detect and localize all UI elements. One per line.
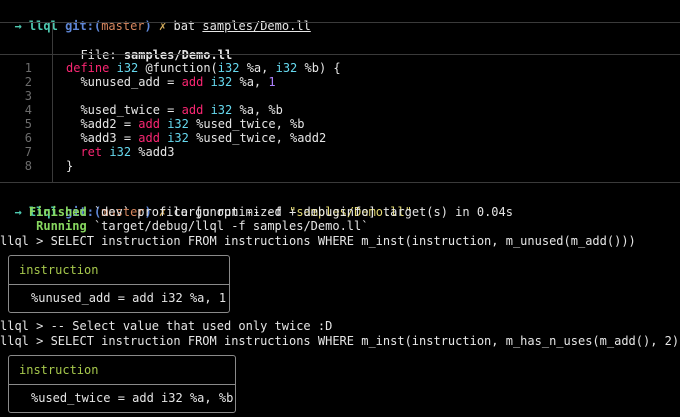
bat-top-border (0, 22, 680, 23)
code-var: %used_twice (80, 103, 160, 117)
code-text: %b) { (304, 61, 341, 75)
code-text: } (66, 159, 74, 173)
code-keyword: add (181, 103, 204, 117)
result-header: instruction (19, 263, 99, 277)
code-text: %a, (246, 61, 269, 75)
code-text: %a, %b (239, 103, 283, 117)
code-text: %add3 (138, 145, 175, 159)
cargo-running-text: `target/debug/llql -f samples/Demo.ll` (93, 219, 369, 233)
prompt-line-2: → llql git:(master) ✗ cargo run -- -f "s… (0, 188, 411, 219)
result-header: instruction (19, 363, 99, 377)
cargo-finished-text: `dev` profile [unoptimized + debuginfo] … (93, 205, 513, 219)
code-type: i32 (217, 61, 240, 75)
prompt-line-1: → llql git:(master) ✗ bat samples/Demo.l… (0, 2, 310, 33)
cargo-finished-label: Finished (28, 205, 87, 219)
cargo-running-label: Running (36, 219, 87, 233)
code-type: i32 (275, 61, 298, 75)
code-text: @function( (145, 61, 218, 75)
result-table-1: instruction %unused_add = add i32 %a, 1 (8, 255, 230, 313)
result-table-2: instruction %used_twice = add i32 %a, %b (8, 355, 236, 413)
code-line-8: } (66, 158, 73, 174)
code-text: %a, (239, 75, 262, 89)
code-text: %used_twice, %b (196, 117, 305, 131)
bat-header-border (0, 54, 680, 55)
bat-gutter-divider-top (52, 22, 53, 54)
bat-file-header: File: samples/Demo.ll (66, 31, 232, 62)
code-var: %add2 (80, 117, 117, 131)
code-text: = (123, 117, 132, 131)
line-number: 8 (24, 159, 32, 173)
code-line-7: ret i32 %add3 (66, 144, 174, 160)
code-type: i32 (109, 145, 132, 159)
code-type: i32 (210, 75, 233, 89)
code-line-2: %unused_add = add i32 %a, 1 (66, 74, 276, 90)
cargo-running-line: Running `target/debug/llql -f samples/De… (0, 218, 368, 234)
code-text: = (167, 75, 175, 89)
repl-comment: llql > -- Select value that used only tw… (0, 319, 333, 333)
code-type: i32 (210, 103, 233, 117)
code-var: %add3 (80, 131, 117, 145)
code-var: %unused_add (80, 75, 160, 89)
bat-bottom-border (0, 182, 680, 183)
result-header-divider (9, 284, 229, 285)
bat-gutter-divider (52, 54, 53, 182)
code-keyword: add (138, 131, 160, 145)
result-cell: %unused_add = add i32 %a, 1 (31, 291, 227, 305)
code-keyword: ret (80, 145, 103, 159)
code-text: = (167, 103, 175, 117)
repl-query-2: llql > SELECT instruction FROM instructi… (0, 334, 680, 348)
code-text: %used_twice, %add2 (196, 131, 327, 145)
code-keyword: add (181, 75, 204, 89)
code-number: 1 (268, 75, 276, 89)
repl-query-1: llql > SELECT instruction FROM instructi… (0, 234, 636, 248)
code-type: i32 (167, 117, 189, 131)
result-header-divider (9, 384, 235, 385)
code-text: = (123, 131, 132, 145)
result-cell: %used_twice = add i32 %a, %b (31, 391, 234, 405)
code-keyword: define (66, 61, 110, 75)
code-type: i32 (116, 61, 139, 75)
code-type: i32 (167, 131, 189, 145)
code-keyword: add (138, 117, 160, 131)
